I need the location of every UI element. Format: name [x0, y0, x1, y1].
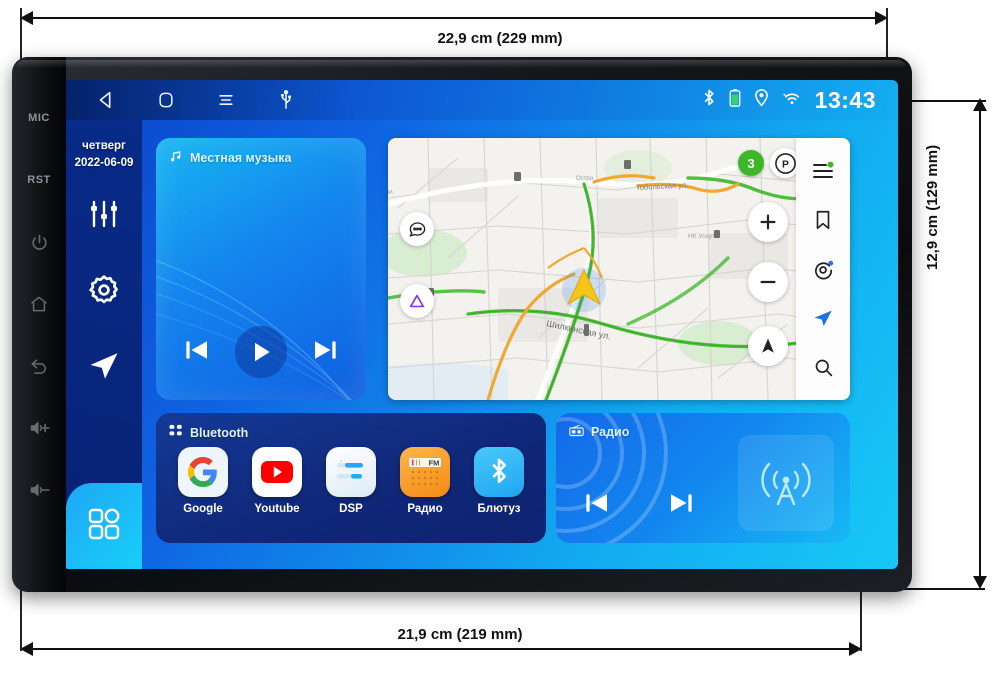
back-icon[interactable] [19, 335, 59, 397]
bookmark-icon[interactable] [803, 200, 843, 240]
svg-text:Остро: Остро [576, 176, 594, 182]
sidebar-item-navigation[interactable] [72, 337, 136, 399]
volume-down-icon[interactable] [19, 459, 59, 521]
apps-widget-header: Bluetooth [156, 413, 546, 441]
power-icon[interactable] [19, 211, 59, 273]
location-pin-icon [754, 88, 769, 112]
radio-next-button[interactable] [666, 488, 696, 523]
app-radio[interactable]: FM Радио [392, 447, 458, 515]
home-square-icon[interactable] [136, 80, 196, 120]
svg-text:FM: FM [429, 458, 440, 467]
status-bar: 13:43 [66, 80, 898, 120]
sidebar-item-apps[interactable] [66, 483, 142, 569]
weekday-label: четверг [82, 140, 126, 152]
radio-app-icon: FM [409, 458, 441, 486]
menu-badge-icon[interactable] [803, 151, 843, 191]
app-dsp[interactable]: DSP [318, 447, 384, 515]
equalizer-icon [87, 197, 121, 236]
dimension-ext-bottom-right [860, 585, 862, 651]
navigation-buttons [76, 80, 316, 120]
status-indicators: 13:43 [702, 87, 898, 114]
wifi-icon [782, 89, 802, 111]
music-controls [156, 326, 366, 378]
zoom-in-button[interactable] [748, 202, 788, 242]
dimension-line-top [32, 17, 888, 19]
app-google[interactable]: Google [170, 447, 236, 515]
dimension-line-right [979, 110, 981, 576]
music-widget-title: Местная музыка [190, 150, 292, 165]
bezel-label-rst: RST [27, 174, 51, 186]
previous-track-button[interactable] [182, 335, 212, 370]
app-label: Google [183, 503, 223, 515]
google-icon [188, 457, 217, 487]
app-bluetooth[interactable]: Блютуз [466, 447, 532, 515]
dimension-label-top: 22,9 cm (229 mm) [437, 30, 563, 47]
date-label: 2022-06-09 [74, 156, 134, 169]
zoom-out-button[interactable] [748, 262, 788, 302]
radio-widget[interactable]: Радио [556, 413, 850, 543]
chat-bubble-button[interactable] [400, 212, 434, 246]
navigation-arrow-icon [87, 349, 121, 388]
play-button[interactable] [234, 326, 287, 378]
svg-text:P: P [782, 159, 789, 170]
dimension-ext-bottom-left [20, 585, 22, 651]
music-widget-header: Местная музыка [156, 138, 366, 166]
radio-artwork[interactable] [738, 435, 834, 531]
navigation-arrow-icon[interactable] [803, 298, 843, 338]
map-widget[interactable]: Тобольская ул. Шилкинская ул. Терми Остр… [388, 138, 850, 400]
apps-row: Google Youtube DSP FM Радио Блютуз [156, 447, 546, 515]
app-sidebar: четверг 2022-06-09 [66, 120, 142, 569]
app-label: Радио [407, 503, 443, 515]
back-triangle-icon[interactable] [76, 80, 136, 120]
dimension-label-bottom: 21,9 cm (219 mm) [397, 626, 523, 643]
radio-controls [582, 488, 696, 523]
apps-widget-title: Bluetooth [190, 425, 249, 440]
music-note-icon [169, 149, 183, 166]
bluetooth-icon [702, 88, 716, 112]
map-toolbar [796, 138, 850, 400]
app-label: Youtube [254, 503, 300, 515]
search-icon[interactable] [803, 347, 843, 387]
next-track-button[interactable] [310, 335, 340, 370]
dimension-line-bottom [32, 648, 862, 650]
sidebar-item-settings[interactable] [72, 261, 136, 323]
layers-triangle-button[interactable] [400, 284, 434, 318]
volume-up-icon[interactable] [19, 397, 59, 459]
app-label: DSP [339, 503, 363, 515]
head-unit-device: MIC RST 13:43 четверг 2022-06-09 Местная… [12, 57, 912, 592]
bezel-label-mic: MIC [28, 112, 50, 124]
app-label: Блютуз [477, 503, 521, 515]
decorative-waves [556, 413, 668, 543]
apps-dots-icon [169, 424, 183, 441]
usb-icon[interactable] [256, 80, 316, 120]
home-icon[interactable] [19, 273, 59, 335]
disc-icon[interactable] [803, 249, 843, 289]
bluetooth-app-icon [492, 458, 507, 484]
status-clock: 13:43 [814, 86, 876, 113]
touchscreen[interactable]: 13:43 четверг 2022-06-09 Местная музыка … [66, 80, 898, 569]
recenter-button[interactable] [748, 326, 788, 366]
svg-text:НК Усеут: НК Усеут [688, 233, 715, 240]
music-widget[interactable]: Местная музыка [156, 138, 366, 400]
dimension-label-right: 12,9 cm (129 mm) [924, 144, 941, 270]
youtube-icon [261, 461, 293, 483]
apps-widget[interactable]: Bluetooth Google Youtube DSP FM Радио Бл… [156, 413, 546, 543]
apps-grid-icon [86, 506, 122, 547]
date-display: четверг 2022-06-09 [75, 138, 134, 171]
traffic-level-badge[interactable]: 3 [738, 150, 764, 176]
hardware-bezel: MIC RST [12, 57, 66, 592]
dsp-icon [337, 459, 363, 479]
dimension-ext-top-right [886, 8, 888, 60]
sidebar-item-equalizer[interactable] [72, 185, 136, 247]
radio-tower-icon [755, 450, 817, 517]
dimension-ext-top-left [20, 8, 22, 60]
menu-lines-icon[interactable] [196, 80, 256, 120]
battery-icon [729, 88, 741, 112]
app-youtube[interactable]: Youtube [244, 447, 310, 515]
gear-icon [87, 273, 121, 312]
radio-previous-button[interactable] [582, 488, 612, 523]
